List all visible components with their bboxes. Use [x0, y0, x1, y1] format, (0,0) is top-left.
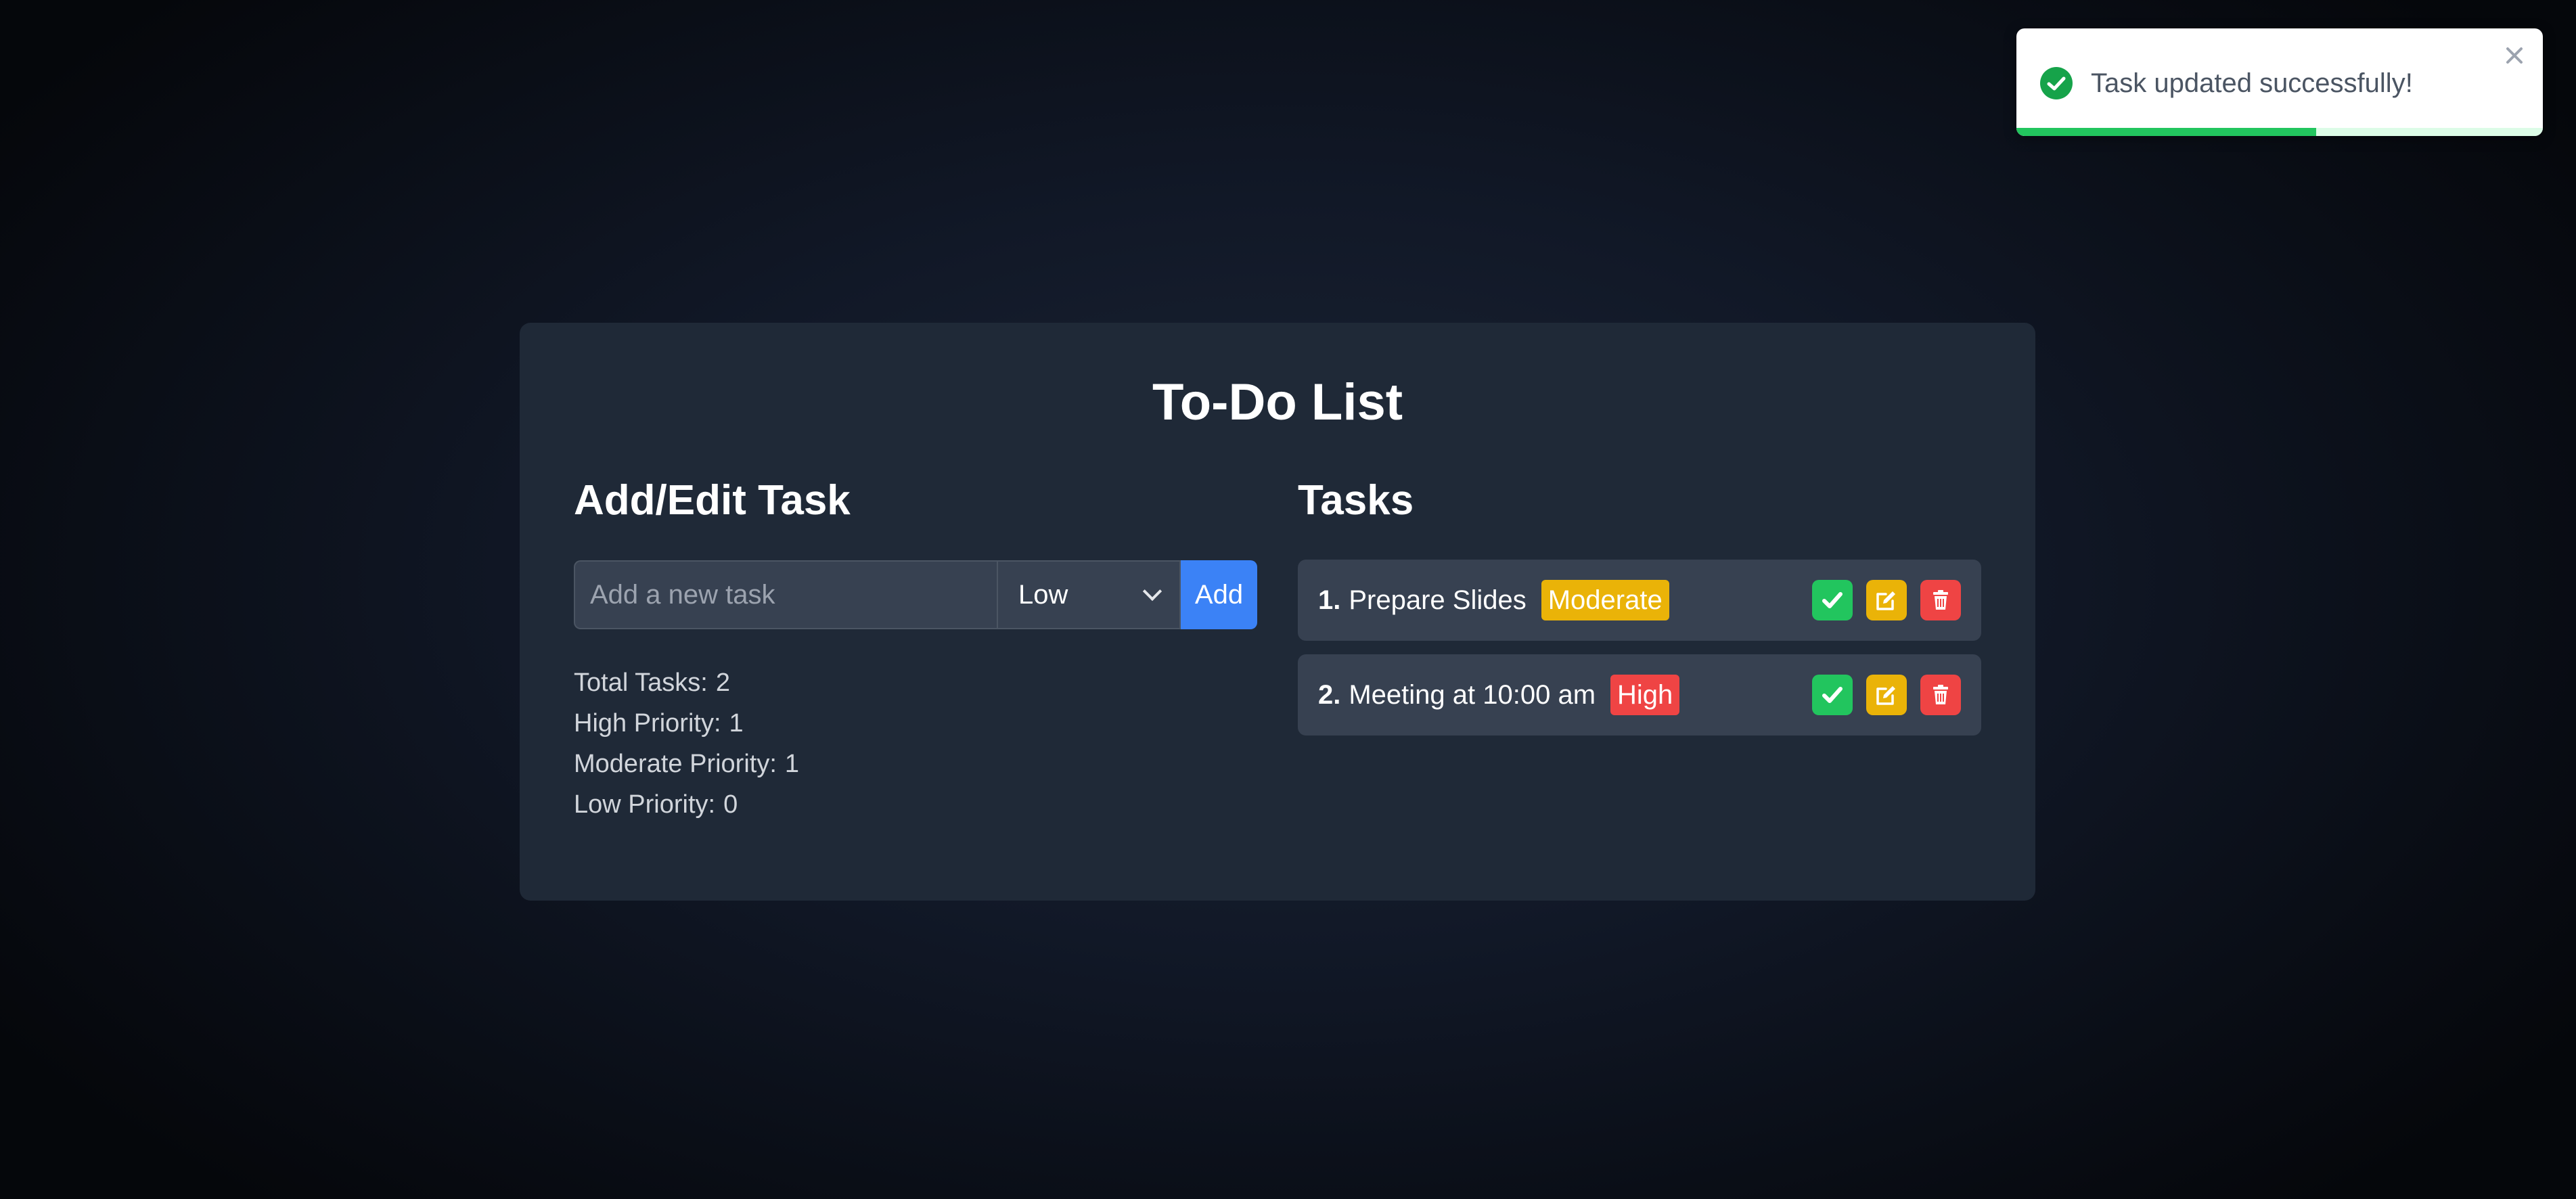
close-icon[interactable] [2501, 42, 2528, 69]
task-actions [1812, 675, 1961, 715]
stat-high: High Priority: 1 [574, 703, 799, 744]
toast-progress-fill [2016, 128, 2317, 136]
stat-moderate-label: Moderate Priority: [574, 750, 777, 778]
page-title: To-Do List [1152, 374, 1403, 431]
add-button[interactable]: Add [1181, 560, 1257, 629]
stat-high-label: High Priority: [574, 709, 721, 738]
add-edit-heading: Add/Edit Task [574, 477, 851, 524]
check-icon [1822, 592, 1843, 608]
stat-total-value: 2 [715, 669, 730, 697]
task-input[interactable] [574, 560, 997, 629]
stat-low-label: Low Priority: [574, 790, 716, 819]
delete-button[interactable] [1920, 675, 1961, 715]
task-item: 1. Prepare Slides Moderate [1298, 560, 1981, 641]
task-number: 2. [1318, 679, 1341, 710]
tasks-heading: Tasks [1298, 477, 1414, 524]
check-circle-icon [2040, 67, 2073, 99]
chevron-down-icon [1142, 581, 1162, 602]
delete-button[interactable] [1920, 580, 1961, 620]
complete-button[interactable] [1812, 675, 1853, 715]
task-actions [1812, 580, 1961, 620]
task-number: 1. [1318, 585, 1341, 615]
task-text: Prepare Slides [1349, 585, 1527, 615]
toast-notification: Task updated successfully! [2016, 28, 2543, 136]
priority-badge: Moderate [1541, 580, 1669, 620]
task-form: Low Add [574, 560, 1257, 629]
stat-total: Total Tasks: 2 [574, 662, 799, 703]
priority-select-value: Low [1018, 579, 1068, 610]
task-list: 1. Prepare Slides Moderate 2. Meeting at… [1298, 560, 1981, 749]
task-stats: Total Tasks: 2 High Priority: 1 Moderate… [574, 662, 799, 825]
complete-button[interactable] [1812, 580, 1853, 620]
priority-select[interactable]: Low [997, 560, 1181, 629]
trash-icon [1933, 685, 1948, 704]
trash-icon [1933, 590, 1948, 610]
stat-low: Low Priority: 0 [574, 784, 799, 825]
edit-button[interactable] [1866, 580, 1907, 620]
todo-card: To-Do List Add/Edit Task Tasks Low Add T… [520, 323, 2035, 901]
stat-total-label: Total Tasks: [574, 669, 708, 697]
stat-high-value: 1 [729, 709, 744, 738]
stat-moderate-value: 1 [784, 750, 800, 778]
toast-progress-bar [2016, 128, 2543, 136]
stat-moderate: Moderate Priority: 1 [574, 744, 799, 784]
toast-message: Task updated successfully! [2091, 68, 2413, 98]
task-text: Meeting at 10:00 am [1349, 679, 1596, 710]
stat-low-value: 0 [723, 790, 738, 819]
edit-icon [1876, 686, 1895, 705]
priority-badge: High [1610, 675, 1680, 715]
edit-button[interactable] [1866, 675, 1907, 715]
edit-icon [1876, 591, 1895, 610]
task-item: 2. Meeting at 10:00 am High [1298, 654, 1981, 736]
check-icon [1822, 687, 1843, 703]
